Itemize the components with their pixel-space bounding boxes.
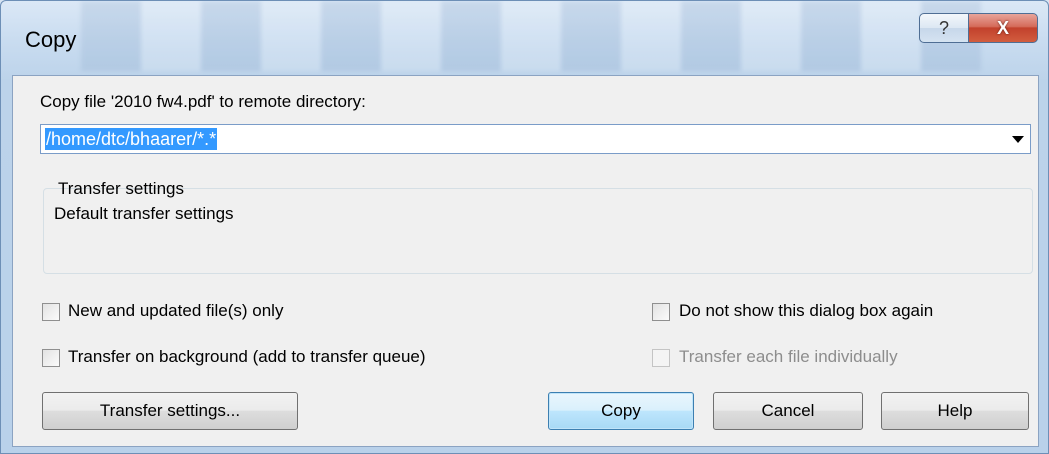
cancel-button[interactable]: Cancel — [713, 392, 863, 430]
dialog-body: Copy file '2010 fw4.pdf' to remote direc… — [12, 75, 1039, 447]
transfer-settings-button[interactable]: Transfer settings... — [42, 392, 298, 430]
new-updated-only-checkbox[interactable] — [42, 303, 60, 321]
do-not-show-again-checkbox[interactable] — [652, 303, 670, 321]
transfer-each-individually-checkbox — [652, 349, 670, 367]
chevron-down-icon[interactable] — [1012, 136, 1024, 143]
background-blur — [81, 1, 981, 71]
copy-dialog-window: Copy ? X Copy file '2010 fw4.pdf' to rem… — [0, 0, 1049, 454]
copy-button[interactable]: Copy — [548, 392, 694, 430]
transfer-settings-summary: Default transfer settings — [54, 204, 234, 223]
window-title: Copy — [25, 27, 77, 52]
transfer-each-individually-label: Transfer each file individually — [679, 347, 898, 366]
title-bar[interactable]: Copy ? X — [1, 1, 1048, 75]
new-updated-only-label[interactable]: New and updated file(s) only — [68, 301, 283, 321]
title-close-button[interactable]: X — [968, 13, 1038, 43]
remote-directory-combobox[interactable]: /home/dtc/bhaarer/*.* — [40, 124, 1031, 154]
question-icon: ? — [938, 17, 949, 38]
do-not-show-again-label[interactable]: Do not show this dialog box again — [679, 301, 933, 321]
transfer-background-checkbox[interactable] — [42, 349, 60, 367]
title-help-button[interactable]: ? — [919, 13, 969, 43]
remote-directory-input[interactable]: /home/dtc/bhaarer/*.* — [45, 128, 218, 150]
prompt-label: Copy file '2010 fw4.pdf' to remote direc… — [40, 92, 366, 111]
transfer-settings-group-title: Transfer settings — [58, 179, 184, 198]
transfer-background-label[interactable]: Transfer on background (add to transfer … — [68, 347, 426, 367]
help-button[interactable]: Help — [881, 392, 1029, 430]
close-icon: X — [996, 17, 1009, 38]
transfer-settings-group — [43, 188, 1033, 274]
